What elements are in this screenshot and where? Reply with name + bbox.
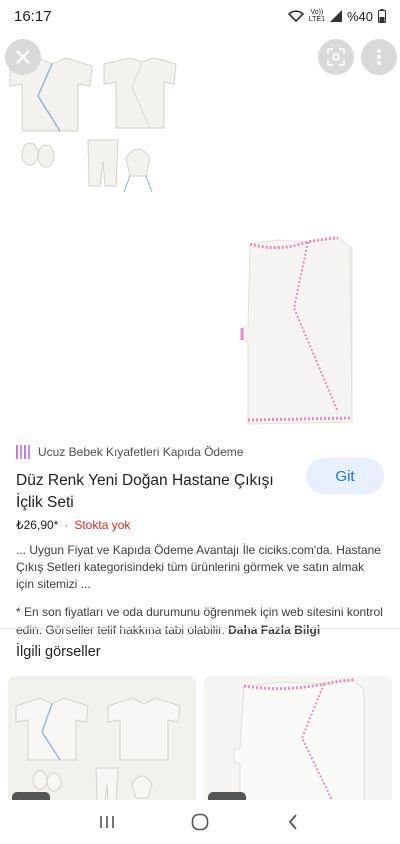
home-icon [191,813,209,831]
status-time: 16:17 [14,7,52,25]
lte-top-text: Vo)) [310,9,324,16]
recent-apps-button[interactable] [87,807,127,837]
price: ₺26,90* [16,518,59,532]
visit-button[interactable]: Git [306,458,384,494]
disclaimer: * En son fiyatları ve oda durumunu öğren… [16,603,384,639]
close-button[interactable] [5,39,41,75]
product-description: ... Uygun Fiyat ve Kapıda Ödeme Avantajı… [16,543,381,591]
stock-status: Stokta yok [74,518,131,532]
image-viewer[interactable] [0,32,400,430]
related-shirt-image [204,676,392,804]
back-button[interactable] [273,807,313,837]
source-name: Ucuz Bebek Kıyafetleri Kapıda Ödeme [38,445,244,459]
back-icon [289,814,297,830]
lens-icon [327,48,345,66]
divider [0,628,400,629]
product-main-image[interactable] [238,232,358,432]
more-options-button[interactable] [361,39,397,75]
lens-button[interactable] [318,39,354,75]
home-button[interactable] [180,807,220,837]
price-row: ₺26,90* · Stokta yok [16,518,384,532]
status-icons: Vo)) LTE1 %40 [287,8,386,24]
related-image-card[interactable] [8,676,196,804]
disclaimer-text: * En son fiyatları ve oda durumunu öğren… [16,605,383,637]
related-image-card[interactable] [204,676,392,804]
product-info: Ucuz Bebek Kıyafetleri Kapıda Ödeme Düz … [0,432,400,639]
more-info-link[interactable]: Daha Fazla Bilgi [228,623,320,637]
more-vert-icon [377,49,381,65]
status-bar: 16:17 Vo)) LTE1 %40 [0,0,400,32]
title-row: Düz Renk Yeni Doğan Hastane Çıkışı İçlik… [16,458,384,514]
lte-bottom-text: LTE1 [308,16,325,23]
signal-icon [329,10,342,22]
close-icon [16,50,30,64]
related-set-image [8,676,196,804]
product-title[interactable]: Düz Renk Yeni Doğan Hastane Çıkışı İçlik… [16,470,296,514]
wifi-icon [287,10,304,22]
lte-indicator: Vo)) LTE1 [309,9,325,23]
separator: · [64,518,69,532]
system-navigation-bar [0,800,400,844]
battery-icon [378,9,386,23]
site-favicon-icon [16,445,30,459]
related-images-title: İlgili görseller [16,644,101,660]
recent-apps-icon [99,816,114,828]
battery-text: %40 [346,8,373,24]
